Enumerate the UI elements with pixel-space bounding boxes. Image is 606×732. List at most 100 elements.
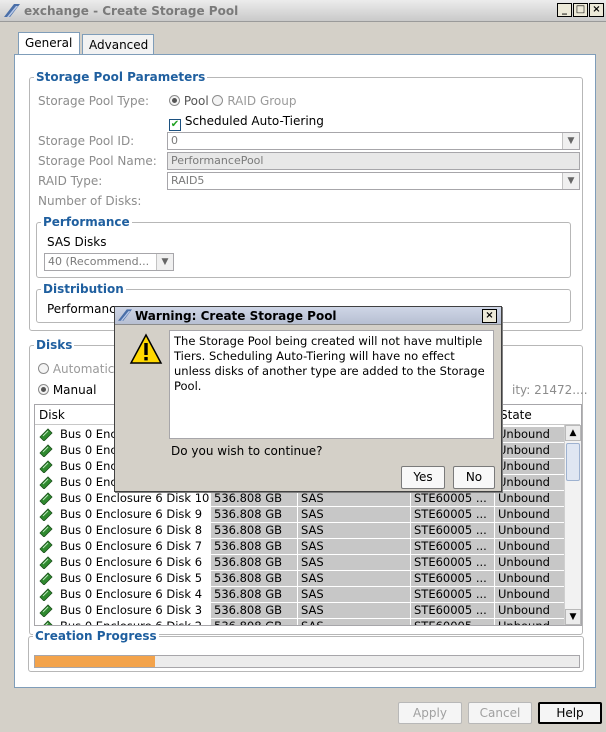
sas-disks-combo[interactable]: 40 (Recommend... ▼ <box>44 253 174 271</box>
warning-message: The Storage Pool being created will not … <box>169 330 494 439</box>
warning-question: Do you wish to continue? <box>171 444 323 458</box>
cell-disk: Bus 0 Enclosure 6 Disk 7 <box>60 539 203 553</box>
cell-state: Unbound <box>495 459 564 474</box>
storage-pool-name-field[interactable]: PerformancePool <box>167 152 580 170</box>
cell-model: STE60005 ... <box>411 539 494 554</box>
capacity-text: ity: 21472.... <box>512 383 588 397</box>
apply-button[interactable]: Apply <box>398 702 462 724</box>
tab-general[interactable]: General <box>18 32 80 54</box>
storage-pool-id-label: Storage Pool ID: <box>38 134 135 148</box>
close-button[interactable]: × <box>589 3 604 17</box>
app-icon <box>4 4 20 17</box>
cell-capacity: 536.808 GB <box>211 619 297 625</box>
scroll-up-icon[interactable]: ▲ <box>565 425 581 441</box>
table-row[interactable]: Bus 0 Enclosure 6 Disk 8 536.808 GB SAS STE… <box>35 522 580 538</box>
cell-disk: Bus 0 Enclosure 6 Disk 4 <box>60 587 203 601</box>
cell-model: STE60005 ... <box>411 619 494 625</box>
disk-table-scrollbar[interactable]: ▲ ▼ <box>564 425 581 625</box>
cell-model: STE60005 ... <box>411 603 494 618</box>
disk-icon <box>39 491 53 506</box>
creation-progress-fill <box>35 656 155 667</box>
column-state[interactable]: State <box>500 408 532 422</box>
auto-tiering-checkbox-row: ✔ Scheduled Auto-Tiering <box>169 114 324 131</box>
table-row[interactable]: Bus 0 Enclosure 6 Disk 9 536.808 GB SAS STE… <box>35 506 580 522</box>
cell-disk: Bus 0 Enclosure 6 Disk 10 <box>60 491 210 505</box>
sas-disks-value: 40 (Recommend... <box>48 255 150 268</box>
raid-group-radio[interactable] <box>212 95 224 106</box>
table-row[interactable]: Bus 0 Enclosure 6 Disk 7 536.808 GB SAS STE… <box>35 538 580 554</box>
cell-model: STE60005 ... <box>411 571 494 586</box>
chevron-down-icon[interactable]: ▼ <box>156 254 173 270</box>
disk-icon <box>39 475 53 490</box>
raid-type-value: RAID5 <box>171 174 205 187</box>
table-row[interactable]: Bus 0 Enclosure 6 Disk 3 536.808 GB SAS STE… <box>35 602 580 618</box>
cell-type: SAS <box>298 571 410 586</box>
cell-state: Unbound <box>495 603 564 618</box>
cell-state: Unbound <box>495 427 564 442</box>
cell-capacity: 536.808 GB <box>211 555 297 570</box>
table-row[interactable]: Bus 0 Enclosure 6 Disk 5 536.808 GB SAS STE… <box>35 570 580 586</box>
automatic-radio[interactable] <box>38 363 49 374</box>
cell-capacity: 536.808 GB <box>211 587 297 602</box>
storage-pool-id-value: 0 <box>171 134 178 147</box>
close-icon[interactable]: × <box>482 309 497 323</box>
help-button[interactable]: Help <box>538 702 602 724</box>
cell-type: SAS <box>298 523 410 538</box>
raid-type-combo[interactable]: RAID5 ▼ <box>167 172 580 190</box>
storage-pool-parameters-group: Storage Pool Parameters Storage Pool Typ… <box>29 70 583 331</box>
cell-model: STE60005 ... <box>411 523 494 538</box>
chevron-down-icon[interactable]: ▼ <box>562 173 579 189</box>
warning-dialog: Warning: Create Storage Pool × The Stora… <box>114 306 502 492</box>
performance-group: Performance SAS Disks 40 (Recommend... ▼ <box>36 215 571 278</box>
cell-model: STE60005 ... <box>411 555 494 570</box>
table-row[interactable]: Bus 0 Enclosure 6 Disk 6 536.808 GB SAS STE… <box>35 554 580 570</box>
no-button[interactable]: No <box>453 466 495 489</box>
scroll-down-icon[interactable]: ▼ <box>565 609 581 625</box>
manual-radio[interactable] <box>38 384 49 395</box>
disk-icon <box>39 571 53 586</box>
cell-model: STE60005 ... <box>411 507 494 522</box>
cell-state: Unbound <box>495 539 564 554</box>
cell-disk: Bus 0 Enclosure 6 Disk 2 <box>60 619 203 626</box>
cell-state: Unbound <box>495 555 564 570</box>
cell-state: Unbound <box>495 507 564 522</box>
chevron-down-icon[interactable]: ▼ <box>562 133 579 149</box>
table-row[interactable]: Bus 0 Enclosure 6 Disk 2 536.808 GB SAS STE… <box>35 618 580 626</box>
cell-type: SAS <box>298 507 410 522</box>
app-icon <box>118 309 132 321</box>
pool-radio-label: Pool <box>183 94 209 108</box>
minimize-button[interactable]: _ <box>557 3 572 17</box>
disk-icon <box>39 459 53 474</box>
cell-capacity: 536.808 GB <box>211 523 297 538</box>
disk-icon <box>39 603 53 618</box>
cell-capacity: 536.808 GB <box>211 539 297 554</box>
window-title: exchange - Create Storage Pool <box>24 4 239 18</box>
cell-disk: Bus 0 Enclosure 6 Disk 3 <box>60 603 203 617</box>
tab-advanced[interactable]: Advanced <box>82 34 154 54</box>
auto-tiering-checkbox[interactable]: ✔ <box>169 119 181 131</box>
storage-pool-name-label: Storage Pool Name: <box>38 154 157 168</box>
maximize-button[interactable]: □ <box>573 3 588 17</box>
warning-dialog-title: Warning: Create Storage Pool <box>135 309 337 323</box>
disks-legend: Disks <box>34 338 75 352</box>
distribution-text: Performanc <box>47 302 116 316</box>
cancel-button[interactable]: Cancel <box>468 702 532 724</box>
storage-pool-id-combo[interactable]: 0 ▼ <box>167 132 580 150</box>
sas-disks-label: SAS Disks <box>47 235 107 249</box>
scroll-thumb[interactable] <box>566 443 580 481</box>
pool-type-radio-group: Pool RAID Group <box>169 94 297 108</box>
raid-group-radio-label: RAID Group <box>227 94 297 108</box>
table-row[interactable]: Bus 0 Enclosure 6 Disk 10 536.808 GB SAS ST… <box>35 490 580 506</box>
table-row[interactable]: Bus 0 Enclosure 6 Disk 4 536.808 GB SAS STE… <box>35 586 580 602</box>
disk-icon <box>39 507 53 522</box>
cell-disk: Bus 0 Enclosure 6 Disk 8 <box>60 523 203 537</box>
cell-type: SAS <box>298 587 410 602</box>
column-disk[interactable]: Disk <box>39 408 65 422</box>
cell-disk: Bus 0 Enclosure 6 Disk 5 <box>60 571 203 585</box>
performance-legend: Performance <box>41 215 132 229</box>
yes-button[interactable]: Yes <box>401 466 445 489</box>
cell-type: SAS <box>298 491 410 506</box>
pool-radio[interactable] <box>169 95 180 106</box>
number-of-disks-label: Number of Disks: <box>38 194 142 208</box>
creation-progress-bar <box>34 655 580 668</box>
